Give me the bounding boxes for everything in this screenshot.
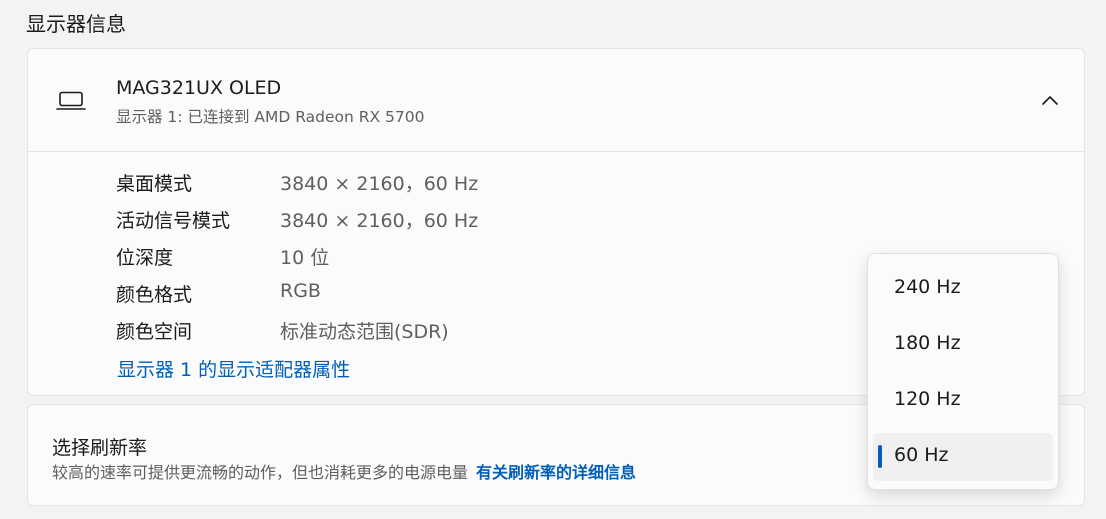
refresh-rate-description-line: 较高的速率可提供更流畅的动作，但也消耗更多的电源电量 有关刷新率的详细信息 <box>52 459 636 483</box>
chevron-up-icon[interactable] <box>1040 93 1060 107</box>
refresh-option-60-selected[interactable]: 60 Hz <box>873 433 1053 481</box>
option-label: 120 Hz <box>894 388 961 410</box>
detail-label: 桌面模式 <box>116 173 193 195</box>
detail-label: 活动信号模式 <box>116 210 231 232</box>
selected-indicator <box>878 445 882 468</box>
option-label: 240 Hz <box>894 276 961 298</box>
option-label: 60 Hz <box>894 444 949 466</box>
detail-label: 位深度 <box>116 247 174 269</box>
detail-value: 标准动态范围(SDR) <box>280 321 449 343</box>
option-label: 180 Hz <box>894 332 961 354</box>
monitor-header[interactable]: MAG321UX OLED 显示器 1: 已连接到 AMD Radeon RX … <box>28 49 1084 152</box>
refresh-option-180[interactable]: 180 Hz <box>873 321 1053 369</box>
monitor-subtitle: 显示器 1: 已连接到 AMD Radeon RX 5700 <box>116 108 425 126</box>
monitor-name: MAG321UX OLED <box>116 77 282 99</box>
display-adapter-properties-link[interactable]: 显示器 1 的显示适配器属性 <box>117 355 350 382</box>
refresh-rate-description: 较高的速率可提供更流畅的动作，但也消耗更多的电源电量 <box>52 463 469 482</box>
refresh-option-120[interactable]: 120 Hz <box>873 377 1053 425</box>
refresh-rate-dropdown[interactable]: 240 Hz 180 Hz 120 Hz 60 Hz <box>867 253 1059 490</box>
refresh-rate-title: 选择刷新率 <box>52 437 148 459</box>
detail-value: 3840 × 2160，60 Hz <box>280 210 479 232</box>
refresh-rate-info-link[interactable]: 有关刷新率的详细信息 <box>476 463 636 482</box>
detail-value: RGB <box>280 280 321 302</box>
detail-label: 颜色格式 <box>116 284 193 306</box>
refresh-option-240[interactable]: 240 Hz <box>873 265 1053 313</box>
detail-value: 3840 × 2160，60 Hz <box>280 173 479 195</box>
section-title: 显示器信息 <box>26 12 126 36</box>
laptop-icon <box>56 91 86 110</box>
detail-label: 颜色空间 <box>116 321 193 343</box>
detail-value: 10 位 <box>280 247 330 269</box>
